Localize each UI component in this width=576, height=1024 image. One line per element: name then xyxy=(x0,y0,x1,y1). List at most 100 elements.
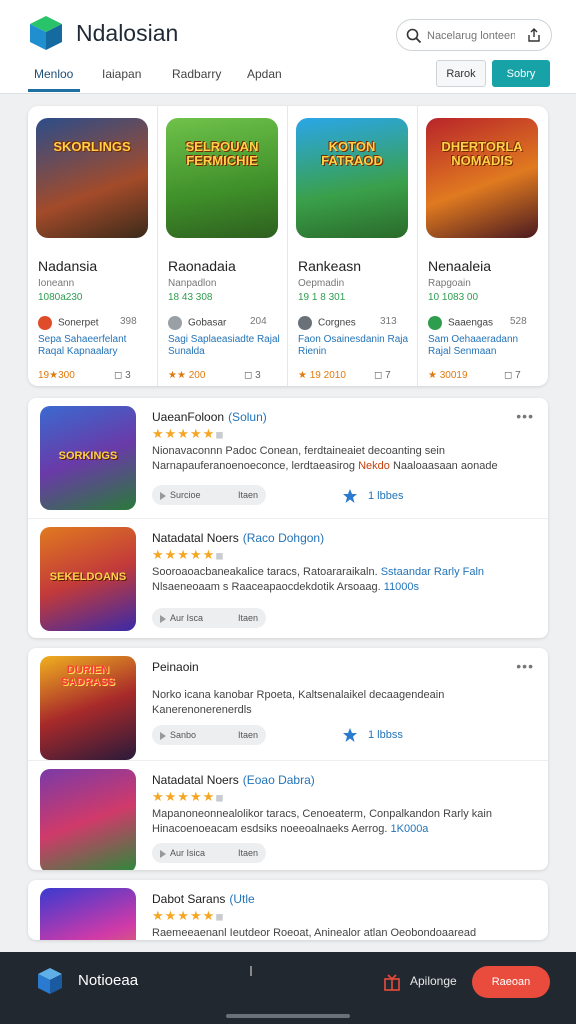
app-title: Ndalosian xyxy=(76,20,179,46)
trailer-pill[interactable]: Aur Isica Itaen xyxy=(152,843,266,863)
comment-icon: ◻ xyxy=(244,370,256,381)
game-icon-title: SKORLINGS xyxy=(53,139,131,154)
sobry-button[interactable]: Sobry xyxy=(492,60,550,87)
game-list-card: SORKINGS UaeanFoloon (Solun) ••• ★★★★★◼ N… xyxy=(28,398,548,638)
home-indicator[interactable] xyxy=(226,1014,350,1018)
game-icon[interactable]: KOTON FATRAOD xyxy=(296,118,408,238)
rating-stars-icon: ★★★★★◼ xyxy=(152,547,225,562)
tab-menloo[interactable]: Menloo xyxy=(34,67,73,81)
game-name[interactable]: Nenaaleia xyxy=(428,258,491,274)
game-price: ★ 30019 xyxy=(428,370,468,381)
game-description: Sepa Sahaeerfelant Raqal Kapnaalary xyxy=(38,334,127,357)
gift-icon[interactable] xyxy=(382,972,402,992)
game-icon[interactable]: DURIEN SADRASS xyxy=(40,656,136,760)
game-description: Norko icana kanobar Rpoeta, Kaltsenalaik… xyxy=(152,689,445,716)
star-icon xyxy=(343,489,357,503)
game-list-card: Dabot Sarans (Utle ★★★★★◼ Raemeeaenanl Ie… xyxy=(28,880,548,940)
comment-count: ◻ 7 xyxy=(504,370,521,381)
cube-logo-icon xyxy=(38,968,62,994)
category-dot-icon xyxy=(298,316,312,330)
category-count: 313 xyxy=(380,316,397,327)
list-item[interactable]: SORKINGS UaeanFoloon (Solun) ••• ★★★★★◼ N… xyxy=(28,398,548,516)
comment-count: ◻ 7 xyxy=(374,370,391,381)
game-name[interactable]: Rankeasn xyxy=(298,258,361,274)
bottom-label[interactable]: Apilonge xyxy=(410,974,457,988)
search-input[interactable] xyxy=(427,26,515,46)
game-icon[interactable]: DHERTORLA NOMADIS xyxy=(426,118,538,238)
share-icon[interactable] xyxy=(525,26,543,44)
play-icon xyxy=(160,849,166,858)
trailer-pill[interactable]: Sanbo Itaen xyxy=(152,725,266,745)
comment-icon: ◻ xyxy=(504,370,516,381)
featured-card[interactable]: DHERTORLA NOMADIS Nenaaleia Rapgoain 10 … xyxy=(418,106,548,386)
star-icon xyxy=(343,728,357,742)
active-tab-indicator xyxy=(28,89,80,92)
featured-card[interactable]: SELROUAN FERMICHIE Raonadaia Nanpadlon 1… xyxy=(158,106,288,386)
tab-apdan[interactable]: Apdan xyxy=(247,67,282,81)
more-options-icon[interactable]: ••• xyxy=(516,658,534,674)
game-category: Gobasar xyxy=(168,316,226,330)
game-category: Saaengas xyxy=(428,316,493,330)
comment-icon: ◻ xyxy=(374,370,386,381)
category-count: 204 xyxy=(250,316,267,327)
more-options-icon[interactable]: ••• xyxy=(516,408,534,424)
game-name[interactable]: Nadansia xyxy=(38,258,97,274)
comment-count: ◻ 3 xyxy=(114,370,131,381)
game-title[interactable]: UaeanFoloon (Solun) xyxy=(152,410,267,424)
game-downloads: 19 1 8 301 xyxy=(298,292,346,303)
game-description: Sam Oehaaeradann Rajal Senmaan xyxy=(428,334,519,357)
cube-logo-icon xyxy=(30,16,62,50)
game-tag: (Eoao Dabra) xyxy=(242,773,315,787)
bottom-bar: Notioeaa Apilonge Raeoan xyxy=(0,952,576,1024)
rarok-button[interactable]: Rarok xyxy=(436,60,486,87)
list-item[interactable]: DURIEN SADRASS Peinaoin ••• Norko icana … xyxy=(28,648,548,766)
tab-radbarry[interactable]: Radbarry xyxy=(172,67,221,81)
divider xyxy=(250,966,252,976)
tab-iaiapan[interactable]: Iaiapan xyxy=(102,67,141,81)
play-icon xyxy=(160,731,166,740)
trailer-pill[interactable]: Surcioe Itaen xyxy=(152,485,266,505)
game-downloads: 18 43 308 xyxy=(168,292,213,303)
search-box[interactable] xyxy=(396,19,552,51)
featured-card[interactable]: SKORLINGS Nadansia Ioneann 1080a230 Sone… xyxy=(28,106,158,386)
game-name[interactable]: Raonadaia xyxy=(168,258,236,274)
game-title[interactable]: Peinaoin xyxy=(152,660,199,674)
game-icon[interactable] xyxy=(40,888,136,940)
likes-count[interactable]: 1 lbbes xyxy=(342,488,403,504)
comment-icon: ◻ xyxy=(114,370,126,381)
featured-card[interactable]: KOTON FATRAOD Rankeasn Oepmadin 19 1 8 3… xyxy=(288,106,418,386)
cta-button[interactable]: Raeoan xyxy=(472,966,550,998)
game-icon[interactable] xyxy=(40,769,136,870)
category-label: Sonerpet xyxy=(58,317,99,329)
game-icon-title: DURIEN SADRASS xyxy=(61,664,115,688)
category-dot-icon xyxy=(168,316,182,330)
game-price: ★ 19 2010 xyxy=(298,370,346,381)
game-icon[interactable]: SELROUAN FERMICHIE xyxy=(166,118,278,238)
game-icon[interactable]: SKORLINGS xyxy=(36,118,148,238)
likes-count[interactable]: 1 lbbss xyxy=(342,727,403,743)
game-icon-title: KOTON FATRAOD xyxy=(321,139,383,168)
game-title[interactable]: Dabot Sarans (Utle xyxy=(152,892,255,906)
game-title[interactable]: Natadatal Noers (Raco Dohgon) xyxy=(152,531,324,545)
game-icon-title: SELROUAN FERMICHIE xyxy=(185,139,259,168)
rating-stars-icon: ★★★★★◼ xyxy=(152,908,225,923)
rating-stars-icon: ★★★★★◼ xyxy=(152,426,225,441)
game-icon-title: DHERTORLA NOMADIS xyxy=(441,139,523,168)
game-title[interactable]: Natadatal Noers (Eoao Dabra) xyxy=(152,773,315,787)
game-tag: (Solun) xyxy=(228,410,267,424)
list-item[interactable]: SEKELDOANS Natadatal Noers (Raco Dohgon) … xyxy=(28,518,548,636)
game-icon[interactable]: SORKINGS xyxy=(40,406,136,510)
game-icon[interactable]: SEKELDOANS xyxy=(40,527,136,631)
game-description: Nionavaconnn Padoc Conean, ferdtaineaiet… xyxy=(152,445,498,472)
game-description: Faon Osainesdanin Raja Rienin xyxy=(298,334,409,357)
category-dot-icon xyxy=(38,316,52,330)
game-description: Sooroaoacbaneakalice taracs, Ratoararaik… xyxy=(152,566,485,593)
game-description: Mapanoneonnealolikor taracs, Cenoeaterm,… xyxy=(152,808,492,835)
game-downloads: 10 1083 00 xyxy=(428,292,479,303)
search-icon[interactable] xyxy=(405,27,423,45)
trailer-pill[interactable]: Aur Isca Itaen xyxy=(152,608,266,628)
game-downloads: 1080a230 xyxy=(38,292,83,303)
game-icon-title: SORKINGS xyxy=(58,450,118,462)
list-item[interactable]: Natadatal Noers (Eoao Dabra) ★★★★★◼ Mapan… xyxy=(28,760,548,870)
list-item[interactable]: Dabot Sarans (Utle ★★★★★◼ Raemeeaenanl Ie… xyxy=(28,880,548,940)
